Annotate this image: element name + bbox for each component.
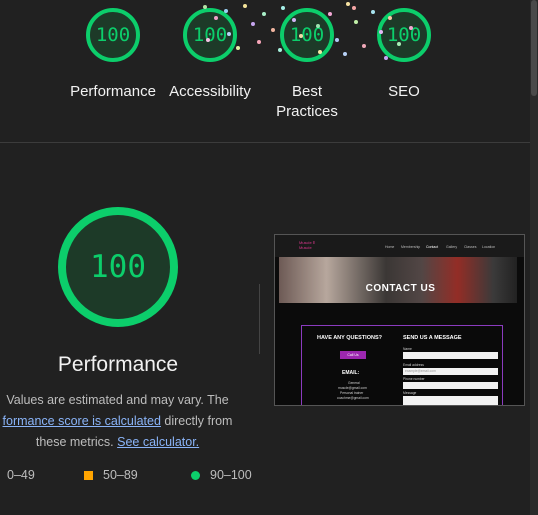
preview-field-label: Message [403,391,417,395]
preview-email-field: example@email.com [403,368,498,375]
logo-line: Muscle [299,245,312,250]
preview-navbar: Muscle Ⅱ Muscle Home Membership Contact … [275,235,524,257]
legend-average: 50–89 [84,468,138,482]
preview-hero-image [279,257,517,303]
preview-hero-title: CONTACT US [365,283,436,294]
seo-label[interactable]: SEO [354,82,454,102]
performance-score: 100 [90,249,146,285]
preview-email-heading: EMAIL: [342,370,360,376]
preview-contact-line: Personal trainer [340,391,364,395]
section-divider [0,142,530,143]
preview-contact-line: muscle@gmail.com [338,386,367,390]
preview-right-heading: SEND US A MESSAGE [403,335,462,341]
score-calculation-link[interactable]: formance score is calculated [3,414,161,428]
preview-logo: Muscle Ⅱ Muscle [299,240,315,250]
scrollbar-thumb[interactable] [531,0,537,96]
preview-field-label: Phone number [403,377,425,381]
preview-field-label: Name [403,347,412,351]
legend-range: 0–49 [7,468,35,482]
preview-nav-item: Contact [426,245,439,249]
performance-label[interactable]: Performance [63,82,163,102]
best-practices-score-gauge[interactable]: 100 [280,8,334,62]
preview-message-field [403,396,498,405]
score-value: 100 [95,24,131,46]
best-practices-label[interactable]: Best Practices [262,82,352,122]
preview-phone-field [403,382,498,389]
legend-range: 90–100 [210,468,252,482]
legend-range: 50–89 [103,468,138,482]
score-value: 100 [192,24,228,46]
preview-contact-card: HAVE ANY QUESTIONS? Call Us EMAIL: Gener… [301,325,503,405]
preview-nav-item: Gallery [446,245,458,249]
legend-pass: 90–100 [191,468,252,482]
scrollbar[interactable] [530,0,538,515]
preview-field-label: Email address [403,363,424,367]
see-calculator-link[interactable]: See calculator. [117,435,199,449]
circle-icon [191,471,200,480]
performance-gauge-large: 100 [58,207,178,327]
preview-nav-item: Location [482,245,496,249]
performance-title: Performance [57,353,179,376]
preview-contact-line: coachme@gmail.com [337,396,369,400]
seo-score-gauge[interactable]: 100 [377,8,431,62]
preview-nav-item: Home [385,245,395,249]
preview-nav-item: Classes [464,245,477,249]
preview-call-button: Call Us [340,351,366,359]
square-icon [84,471,93,480]
preview-name-field [403,352,498,359]
preview-field-placeholder: example@email.com [405,369,436,373]
performance-description: Values are estimated and may vary. The f… [0,390,240,453]
vertical-separator [259,284,260,354]
accessibility-label[interactable]: Accessibility [160,82,260,102]
performance-score-gauge[interactable]: 100 [86,8,140,62]
preview-left-heading: HAVE ANY QUESTIONS? [317,335,382,341]
description-text: Values are estimated and may vary. The [6,393,229,407]
score-value: 100 [386,24,422,46]
preview-nav-item: Membership [401,245,421,249]
legend-fail: 0–49 [7,468,35,482]
preview-contact-line: General [348,381,360,385]
page-screenshot-preview[interactable]: Muscle Ⅱ Muscle Home Membership Contact … [274,234,525,406]
